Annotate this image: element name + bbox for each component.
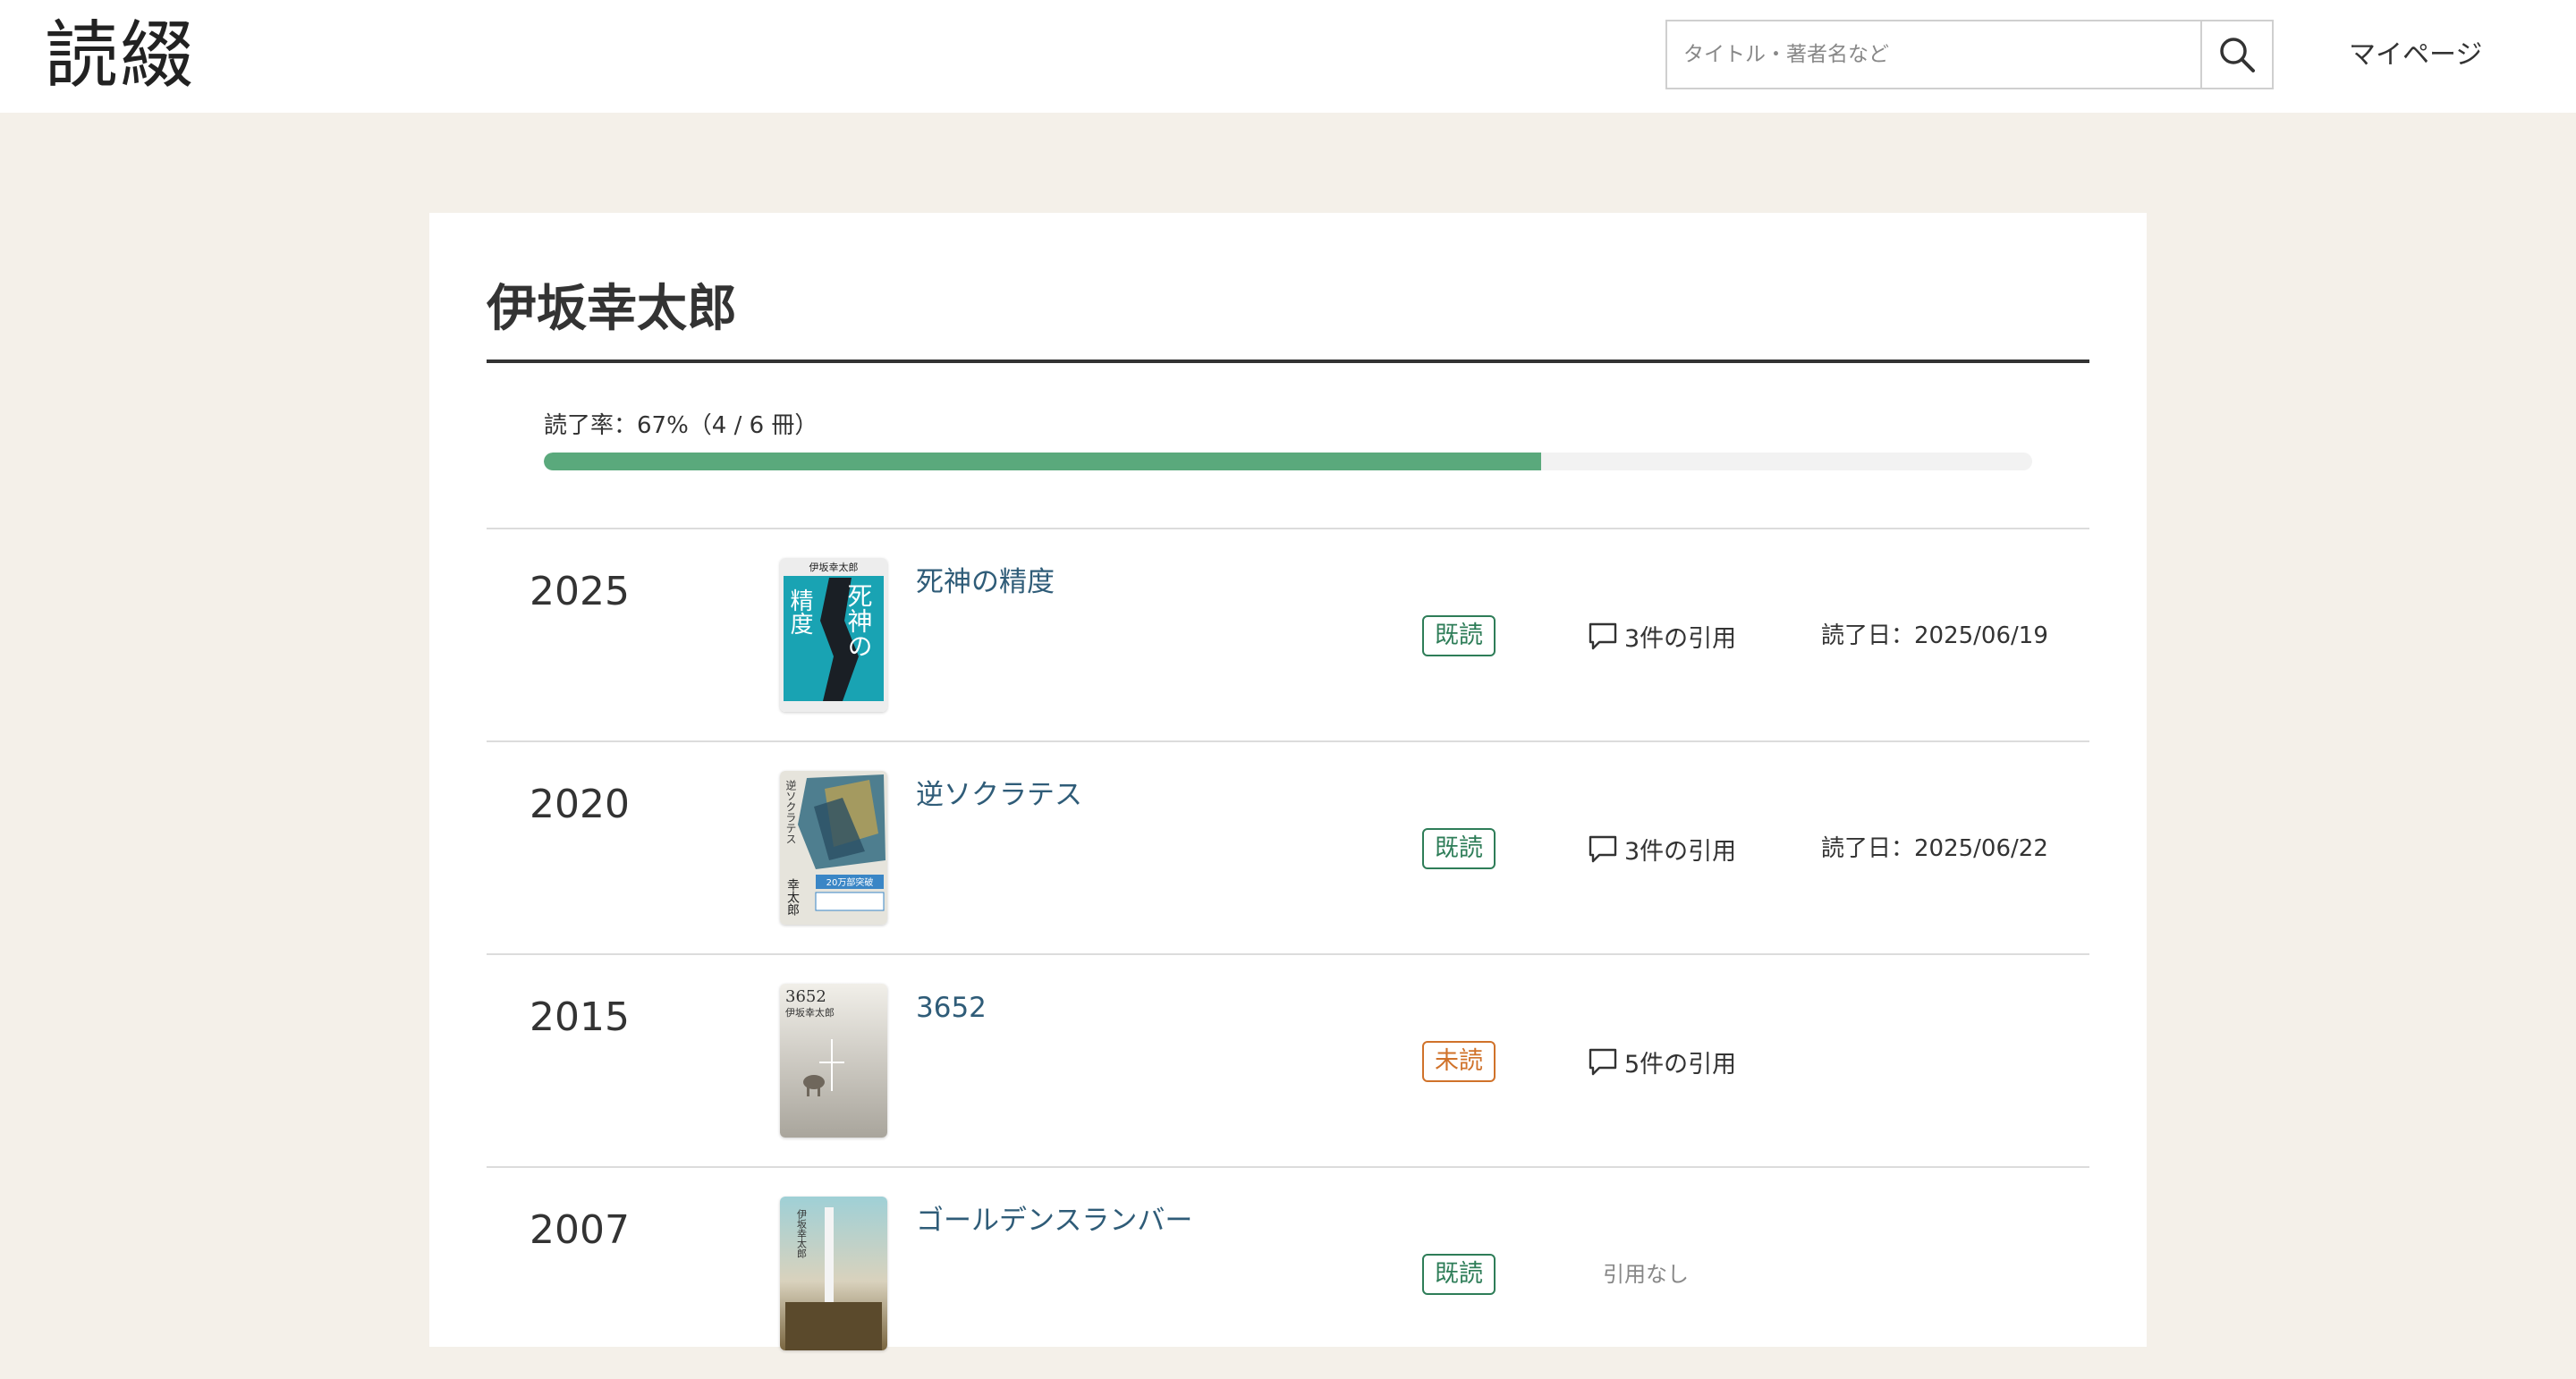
cover-author: 伊坂幸太郎 <box>809 561 859 573</box>
read-rate-bar <box>544 453 2032 470</box>
status-badge: 未読 <box>1422 1041 1496 1082</box>
cover-title: 逆ソクラテス <box>784 779 797 844</box>
read-date: 読了日：2025/06/19 <box>1821 622 2048 649</box>
search-button[interactable] <box>2200 21 2272 88</box>
book-title-link[interactable]: 3652 <box>916 987 987 1028</box>
mypage-link[interactable]: マイページ <box>2349 34 2482 77</box>
publication-year: 2007 <box>530 1207 630 1253</box>
read-rate-text: 読了率：67%（4 / 6 冊） <box>544 412 818 439</box>
book-cover[interactable]: 3652 伊坂幸太郎 <box>780 984 887 1138</box>
book-cover[interactable]: 伊坂幸太郎 死神の 精度 <box>780 558 887 712</box>
quotes-link[interactable]: 3件の引用 <box>1587 615 1736 656</box>
book-title-link[interactable]: ゴールデンスランバー <box>916 1200 1192 1241</box>
cover-title-sub: 精度 <box>786 588 813 635</box>
search-box <box>1665 20 2274 89</box>
book-title-link[interactable]: 逆ソクラテス <box>916 774 1082 816</box>
site-logo[interactable]: 読綴 <box>45 7 195 106</box>
cover-title: 3652 <box>785 987 826 1006</box>
site-header: 読綴 マイページ <box>0 0 2576 113</box>
cover-title: 死神の <box>844 583 874 658</box>
title-divider <box>487 360 2089 363</box>
speech-bubble-icon <box>1589 622 1617 650</box>
cover-author: 伊坂幸太郎 <box>785 1006 835 1019</box>
quotes-count: 3件の引用 <box>1624 837 1737 866</box>
status-badge: 既読 <box>1422 615 1496 656</box>
book-cover[interactable]: 逆ソクラテス 幸太郎 20万部突破 <box>780 771 887 925</box>
quotes-count: 3件の引用 <box>1624 624 1737 653</box>
speech-bubble-icon <box>1589 1048 1617 1076</box>
speech-bubble-icon <box>1589 835 1617 863</box>
book-row: 2020 逆ソクラテス 幸太郎 20万部突破 逆ソクラテス 既読 3件の引用 読… <box>487 740 2089 953</box>
search-input[interactable] <box>1667 21 2202 88</box>
book-row: 2025 伊坂幸太郎 死神の 精度 死神の精度 既読 3件の引用 読了日：202… <box>487 528 2089 740</box>
publication-year: 2020 <box>530 782 630 827</box>
quotes-count: 5件の引用 <box>1624 1050 1737 1079</box>
cover-author: 幸太郎 <box>785 878 800 916</box>
author-name: 伊坂幸太郎 <box>487 280 737 338</box>
quotes-link[interactable]: 3件の引用 <box>1587 828 1736 869</box>
book-row: 2015 3652 伊坂幸太郎 3652 未読 5件の引用 <box>487 953 2089 1166</box>
book-title-link[interactable]: 死神の精度 <box>916 562 1055 603</box>
publication-year: 2025 <box>530 569 630 614</box>
quotes-link[interactable]: 5件の引用 <box>1587 1041 1736 1082</box>
read-rate-fill <box>544 453 1541 470</box>
status-badge: 既読 <box>1422 1254 1496 1295</box>
book-row: 2007 伊坂幸太郎 ゴールデンスランバー 既読 引用なし <box>487 1166 2089 1379</box>
cover-band: 20万部突破 <box>826 876 874 888</box>
search-icon <box>2220 38 2255 72</box>
status-badge: 既読 <box>1422 828 1496 869</box>
read-date: 読了日：2025/06/22 <box>1821 835 2048 862</box>
no-quotes-text: 引用なし <box>1603 1262 1689 1287</box>
book-list: 2025 伊坂幸太郎 死神の 精度 死神の精度 既読 3件の引用 読了日：202… <box>487 528 2089 1379</box>
cover-author: 伊坂幸太郎 <box>796 1209 808 1258</box>
book-cover[interactable]: 伊坂幸太郎 <box>780 1197 887 1350</box>
publication-year: 2015 <box>530 994 630 1040</box>
author-card: 伊坂幸太郎 読了率：67%（4 / 6 冊） 2025 伊坂幸太郎 死神の 精度… <box>429 213 2147 1350</box>
